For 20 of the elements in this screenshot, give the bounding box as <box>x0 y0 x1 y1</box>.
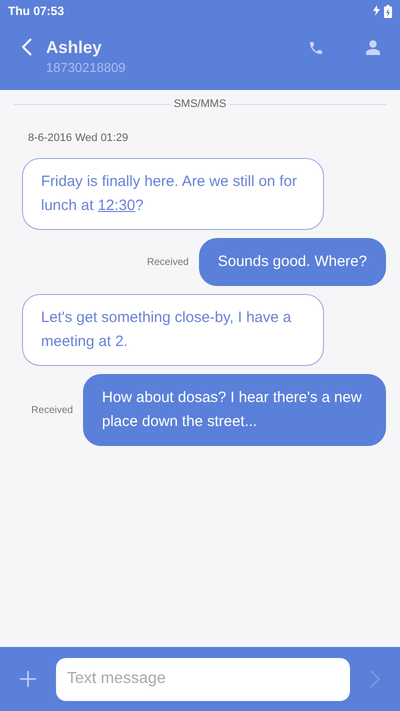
sent-message: Sounds good. Where? <box>198 238 386 286</box>
charging-icon <box>373 4 380 16</box>
phone-icon[interactable] <box>308 40 324 56</box>
contact-icon[interactable] <box>366 40 380 55</box>
contact-name: Ashley <box>46 38 103 58</box>
battery-icon <box>384 4 392 18</box>
message-field[interactable]: Text message <box>56 658 350 700</box>
delivery-status: Received <box>31 404 73 416</box>
back-icon[interactable] <box>22 38 32 56</box>
time-link[interactable]: 12:30 <box>98 197 136 214</box>
message-date: 8-6-2016 Wed 01:29 <box>28 132 130 144</box>
delivery-status: Received <box>147 256 189 268</box>
sent-message: How about dosas? I hear there's a new place down the street... <box>83 374 386 446</box>
channel-label: SMS/MMS <box>174 98 226 110</box>
add-icon[interactable] <box>20 671 36 687</box>
phone-number: 18730218809 <box>46 60 127 75</box>
status-time: Thu 07:53 <box>8 4 64 18</box>
received-message: Let's get something close-by, I have a meeting at 2. <box>22 294 324 366</box>
send-icon[interactable] <box>370 670 380 688</box>
received-message: Friday is finally here. Are we still on for lunch at 12:30? <box>22 158 324 230</box>
